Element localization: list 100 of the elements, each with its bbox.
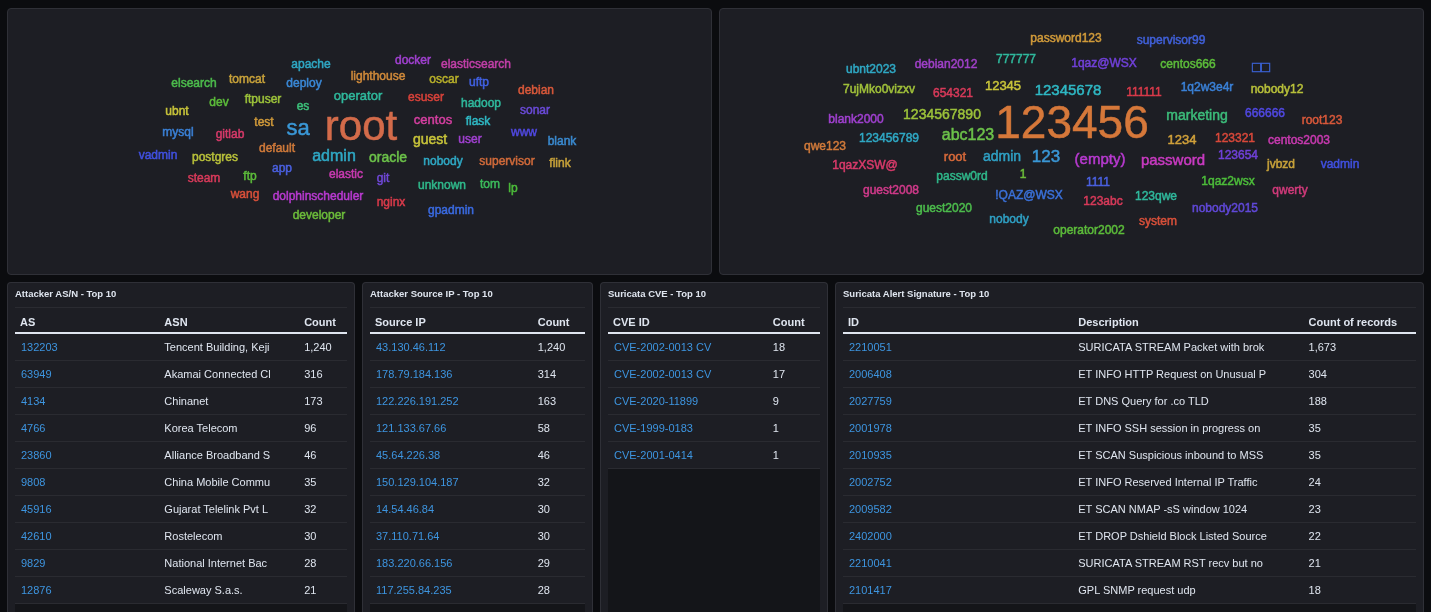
cloud-word[interactable]: abc123 xyxy=(941,127,995,143)
table-link[interactable]: 45916 xyxy=(15,495,160,523)
cloud-word[interactable]: developer xyxy=(292,209,346,221)
cloud-word[interactable]: hadoop xyxy=(461,97,501,109)
cloud-word[interactable]: nobody12 xyxy=(1250,83,1304,95)
cloud-word[interactable]: ftp xyxy=(243,170,257,182)
cloud-word[interactable]: mysql xyxy=(162,126,194,138)
cloud-word[interactable]: □□ xyxy=(1251,58,1271,74)
cloud-word[interactable]: (empty) xyxy=(1074,150,1126,166)
table-link[interactable]: 45.64.226.38 xyxy=(370,441,533,469)
cloud-word[interactable]: 654321 xyxy=(933,87,973,99)
table-link[interactable]: 14.54.46.84 xyxy=(370,495,533,523)
table-link[interactable]: 117.255.84.235 xyxy=(370,576,533,604)
cloud-word[interactable]: lp xyxy=(508,182,518,194)
column-header[interactable]: CVE ID xyxy=(608,308,768,333)
cloud-word[interactable]: nobody2015 xyxy=(1191,202,1259,214)
column-header[interactable]: Count xyxy=(532,308,585,333)
cloud-word[interactable]: sa xyxy=(286,117,310,139)
table-link[interactable]: CVE-2002-0013 CV xyxy=(608,333,768,361)
cloud-word[interactable]: app xyxy=(272,162,292,174)
cloud-word[interactable]: !QAZ@WSX xyxy=(995,189,1063,201)
cloud-word[interactable]: 666666 xyxy=(1245,107,1285,119)
table-link[interactable]: 183.220.66.156 xyxy=(370,549,533,577)
cloud-word[interactable]: blank xyxy=(547,135,577,147)
table-link[interactable]: CVE-2001-0414 xyxy=(608,441,768,469)
cloud-word[interactable]: passw0rd xyxy=(936,170,988,182)
cloud-word[interactable]: centos2003 xyxy=(1267,134,1331,146)
column-header[interactable]: ASN xyxy=(159,308,300,333)
cloud-word[interactable]: gitlab xyxy=(215,128,245,140)
cloud-word[interactable]: blank2000 xyxy=(828,113,884,125)
cloud-word[interactable]: 111111 xyxy=(1126,86,1162,98)
cloud-word[interactable]: 1111 xyxy=(1086,176,1110,188)
table-link[interactable]: 2006408 xyxy=(843,360,1074,388)
cloud-word[interactable]: marketing xyxy=(1166,108,1228,122)
cloud-word[interactable]: lighthouse xyxy=(350,70,406,82)
cloud-word[interactable]: system xyxy=(1139,215,1177,227)
cloud-word[interactable]: www xyxy=(511,126,537,138)
column-header[interactable]: AS xyxy=(15,308,160,333)
table-link[interactable]: 2027759 xyxy=(843,387,1074,415)
cloud-word[interactable]: 123456 xyxy=(995,99,1149,145)
cloud-word[interactable]: 1qaz2wsx xyxy=(1201,175,1255,187)
cloud-word[interactable]: 1234 xyxy=(1167,132,1197,146)
table-link[interactable]: 23860 xyxy=(15,441,160,469)
table-link[interactable]: 122.226.191.252 xyxy=(370,387,533,415)
table-link[interactable]: 12876 xyxy=(15,576,160,604)
cloud-word[interactable]: uftp xyxy=(469,76,489,88)
cloud-word[interactable]: unknown xyxy=(418,179,466,191)
cloud-word[interactable]: debian2012 xyxy=(914,58,978,70)
cloud-word[interactable]: 1qazXSW@ xyxy=(832,159,898,171)
cloud-word[interactable]: postgres xyxy=(192,151,238,163)
cloud-word[interactable]: nobody xyxy=(423,155,463,167)
table-link[interactable]: 121.133.67.66 xyxy=(370,414,533,442)
table-link[interactable]: 2010935 xyxy=(843,441,1074,469)
cloud-word[interactable]: root123 xyxy=(1301,114,1343,126)
cloud-word[interactable]: guest xyxy=(412,132,448,146)
cloud-word[interactable]: operator2002 xyxy=(1053,224,1125,236)
column-header[interactable]: Description xyxy=(1073,308,1304,333)
table-link[interactable]: 4766 xyxy=(15,414,160,442)
cloud-word[interactable]: jvbzd xyxy=(1267,158,1295,170)
cloud-word[interactable]: esuser xyxy=(408,91,444,103)
table-link[interactable]: 2001978 xyxy=(843,414,1074,442)
cloud-word[interactable]: flask xyxy=(465,115,491,127)
cloud-word[interactable]: 123 xyxy=(1031,147,1061,165)
cloud-word[interactable]: nobody xyxy=(989,213,1029,225)
cloud-word[interactable]: 12345 xyxy=(984,78,1022,92)
cloud-word[interactable]: centos666 xyxy=(1160,58,1216,70)
table-link[interactable]: 132203 xyxy=(15,333,160,361)
cloud-word[interactable]: 1qaz@WSX xyxy=(1071,57,1137,69)
column-header[interactable]: Count xyxy=(767,308,820,333)
cloud-word[interactable]: 7ujMko0vizxv xyxy=(843,83,915,95)
cloud-word[interactable]: elastic xyxy=(329,168,363,180)
cloud-word[interactable]: vadmin xyxy=(1320,158,1360,170)
cloud-word[interactable]: 1 xyxy=(1019,168,1027,180)
cloud-word[interactable]: 123456789 xyxy=(858,132,920,144)
table-link[interactable]: 178.79.184.136 xyxy=(370,360,533,388)
cloud-word[interactable]: es xyxy=(296,100,310,112)
cloud-word[interactable]: ftpuser xyxy=(244,93,282,105)
table-link[interactable]: CVE-2002-0013 CV xyxy=(608,360,768,388)
table-link[interactable]: 2210041 xyxy=(843,549,1074,577)
cloud-word[interactable]: git xyxy=(376,172,390,184)
table-link[interactable]: 2009582 xyxy=(843,495,1074,523)
cloud-word[interactable]: nginx xyxy=(376,196,406,208)
cloud-word[interactable]: tomcat xyxy=(229,73,265,85)
cloud-word[interactable]: 12345678 xyxy=(1034,81,1102,97)
cloud-word[interactable]: steam xyxy=(187,172,221,184)
cloud-word[interactable]: deploy xyxy=(286,77,322,89)
cloud-word[interactable]: sonar xyxy=(520,104,550,116)
cloud-word[interactable]: root xyxy=(324,105,398,147)
table-link[interactable]: 9829 xyxy=(15,549,160,577)
cloud-word[interactable]: 123654 xyxy=(1218,149,1258,161)
cloud-word[interactable]: vadmin xyxy=(138,149,178,161)
cloud-word[interactable]: 123321 xyxy=(1215,132,1255,144)
table-link[interactable]: 9808 xyxy=(15,468,160,496)
column-header[interactable]: Count of records xyxy=(1303,308,1416,333)
cloud-word[interactable]: gpadmin xyxy=(428,204,474,216)
cloud-word[interactable]: root xyxy=(943,149,967,163)
column-header[interactable]: Count xyxy=(299,308,347,333)
cloud-word[interactable]: dev xyxy=(209,96,229,108)
cloud-word[interactable]: qwe123 xyxy=(804,140,846,152)
cloud-word[interactable]: supervisor99 xyxy=(1136,34,1206,46)
